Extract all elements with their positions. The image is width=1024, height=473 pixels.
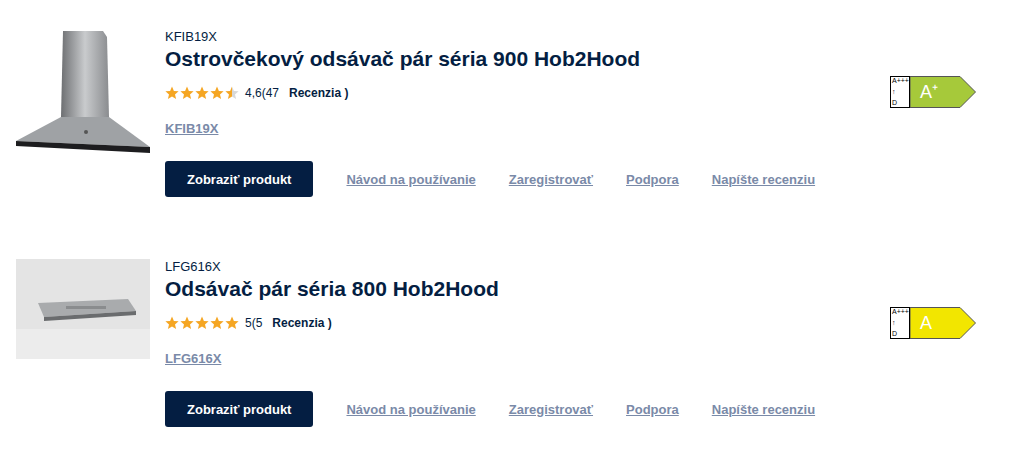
star-icon	[210, 316, 224, 330]
product-image[interactable]	[16, 259, 150, 359]
reviews-label: Recenzia )	[289, 86, 348, 100]
product-title[interactable]: Odsávač pár séria 800 Hob2Hood	[165, 275, 890, 303]
energy-class: A	[910, 307, 976, 339]
energy-scale: A+++ ↑ D	[890, 307, 910, 339]
star-icon	[165, 316, 179, 330]
product-info: KFIB19XOstrovčekový odsávač pár séria 90…	[165, 29, 890, 197]
rating-score: 5	[245, 316, 252, 330]
hood-icon	[16, 259, 150, 359]
rating-score: 4,6	[245, 86, 262, 100]
action-link[interactable]: Zaregistrovať	[509, 172, 593, 187]
action-link[interactable]: Napíšte recenziu	[712, 402, 815, 417]
star-icon	[210, 86, 224, 100]
energy-arrow-icon	[910, 76, 976, 108]
action-link[interactable]: Podpora	[626, 172, 679, 187]
energy-scale: A+++ ↑ D	[890, 76, 910, 108]
product-code: KFIB19X	[165, 29, 890, 45]
reviews-label: Recenzia )	[272, 316, 331, 330]
star-icon	[165, 86, 179, 100]
product-list: KFIB19XOstrovčekový odsávač pár séria 90…	[0, 0, 1024, 427]
star-icon	[180, 316, 194, 330]
energy-class: A⁺	[910, 76, 976, 108]
product-title[interactable]: Ostrovčekový odsávač pár séria 900 Hob2H…	[165, 45, 890, 73]
star-icon	[195, 316, 209, 330]
scale-top: A+++	[892, 308, 909, 316]
action-link[interactable]: Návod na používanie	[346, 172, 475, 187]
product-row: LFG616XOdsávač pár séria 800 Hob2Hood5(5…	[0, 259, 1024, 427]
rating-row[interactable]: 4,6(47 Recenzia )	[165, 81, 890, 105]
view-product-button[interactable]: Zobraziť produkt	[165, 391, 313, 427]
product-info: LFG616XOdsávač pár séria 800 Hob2Hood5(5…	[165, 259, 890, 427]
product-code-link[interactable]: LFG616X	[165, 351, 221, 367]
scale-arrow: ↑	[892, 319, 896, 327]
star-icon	[195, 86, 209, 100]
product-image[interactable]	[16, 29, 150, 157]
energy-class-text: A⁺	[920, 76, 938, 108]
product-row: KFIB19XOstrovčekový odsávač pár séria 90…	[0, 29, 1024, 197]
energy-arrow-icon	[910, 307, 976, 339]
scale-top: A+++	[892, 77, 909, 85]
scale-bottom: D	[892, 99, 897, 107]
rating-value: 4,6(47	[245, 86, 279, 100]
hood-icon	[16, 29, 150, 157]
review-count: (47	[262, 86, 279, 100]
product-code-link[interactable]: KFIB19X	[165, 121, 218, 137]
energy-class-text: A	[920, 307, 932, 339]
scale-bottom: D	[892, 330, 897, 338]
star-icon	[225, 316, 239, 330]
scale-arrow: ↑	[892, 88, 896, 96]
star-icon	[180, 86, 194, 100]
action-link[interactable]: Podpora	[626, 402, 679, 417]
energy-label[interactable]: A+++ ↑ D A	[890, 307, 976, 339]
action-link[interactable]: Návod na používanie	[346, 402, 475, 417]
energy-label[interactable]: A+++ ↑ D A⁺	[890, 76, 976, 108]
action-bar: Zobraziť produkt Návod na používanie Zareg…	[165, 161, 890, 197]
star-rating	[165, 86, 239, 100]
action-link[interactable]: Napíšte recenziu	[712, 172, 815, 187]
action-link[interactable]: Zaregistrovať	[509, 402, 593, 417]
action-bar: Zobraziť produkt Návod na používanie Zareg…	[165, 391, 890, 427]
rating-row[interactable]: 5(5 Recenzia )	[165, 311, 890, 335]
product-code: LFG616X	[165, 259, 890, 275]
review-count: (5	[252, 316, 263, 330]
star-icon	[225, 86, 239, 100]
star-rating	[165, 316, 239, 330]
rating-value: 5(5	[245, 316, 262, 330]
view-product-button[interactable]: Zobraziť produkt	[165, 161, 313, 197]
